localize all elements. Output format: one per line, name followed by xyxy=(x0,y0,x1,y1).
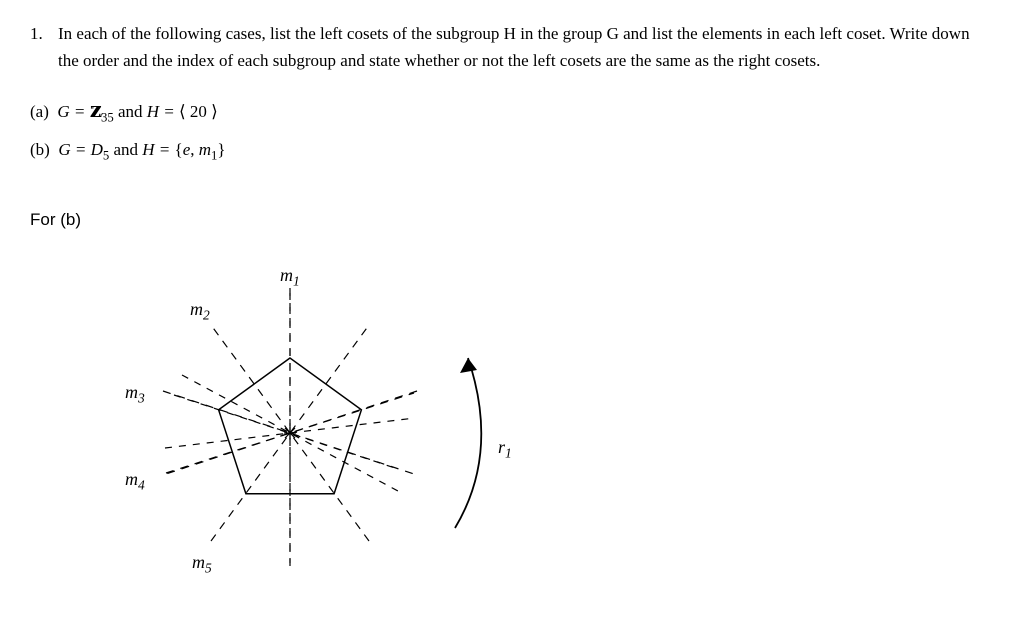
problem-text: In each of the following cases, list the… xyxy=(58,20,994,74)
m5-letter: m xyxy=(192,552,205,572)
pentagon-svg xyxy=(70,243,570,603)
label-m1: m1 xyxy=(280,261,300,292)
brace-close: } xyxy=(217,140,225,159)
m5-sub: 5 xyxy=(205,561,212,576)
g-equals: G = xyxy=(57,102,89,121)
part-a-label: (a) xyxy=(30,102,49,121)
for-b-heading: For (b) xyxy=(30,206,994,233)
z-symbol: Z xyxy=(90,98,101,125)
part-a: (a) G = Z35 and H = ⟨ 20 ⟩ xyxy=(30,98,994,128)
m1-sub: 1 xyxy=(293,274,300,289)
h-equals-a: H = xyxy=(147,102,179,121)
rotation-arrowhead xyxy=(460,358,477,373)
comma: , xyxy=(190,140,199,159)
r1-sub: 1 xyxy=(505,446,512,461)
part-b: (b) G = D5 and H = {e, m1} xyxy=(30,136,994,166)
problem-statement: 1. In each of the following cases, list … xyxy=(30,20,994,74)
m4-sub: 4 xyxy=(138,478,145,493)
problem-number: 1. xyxy=(30,20,58,47)
element-m: m xyxy=(199,140,211,159)
m1-letter: m xyxy=(280,265,293,285)
label-r1: r1 xyxy=(498,433,512,464)
g-equals-b: G = xyxy=(58,140,90,159)
m4-letter: m xyxy=(125,469,138,489)
rotation-arrow-path xyxy=(455,358,481,528)
label-m4: m4 xyxy=(125,465,145,496)
label-m5: m5 xyxy=(192,548,212,579)
m3-sub: 3 xyxy=(138,391,145,406)
d-symbol: D xyxy=(91,140,103,159)
h-value-a: ⟨ 20 ⟩ xyxy=(179,102,218,121)
h-equals-b: H = xyxy=(142,140,174,159)
and-text-b: and xyxy=(109,140,142,159)
part-a-content: G = Z35 and H = ⟨ 20 ⟩ xyxy=(53,102,218,121)
r1-letter: r xyxy=(498,437,505,457)
m3-letter: m xyxy=(125,382,138,402)
m2-letter: m xyxy=(190,299,203,319)
z-subscript: 35 xyxy=(101,111,114,125)
and-text-a: and xyxy=(114,102,147,121)
part-b-content: G = D5 and H = {e, m1} xyxy=(54,140,226,159)
label-m2: m2 xyxy=(190,295,210,326)
part-b-label: (b) xyxy=(30,140,50,159)
pentagon-diagram: m1 m2 m3 m4 m5 r1 xyxy=(70,243,570,603)
brace-open: { xyxy=(175,140,183,159)
label-m3: m3 xyxy=(125,378,145,409)
m2-sub: 2 xyxy=(203,308,210,323)
